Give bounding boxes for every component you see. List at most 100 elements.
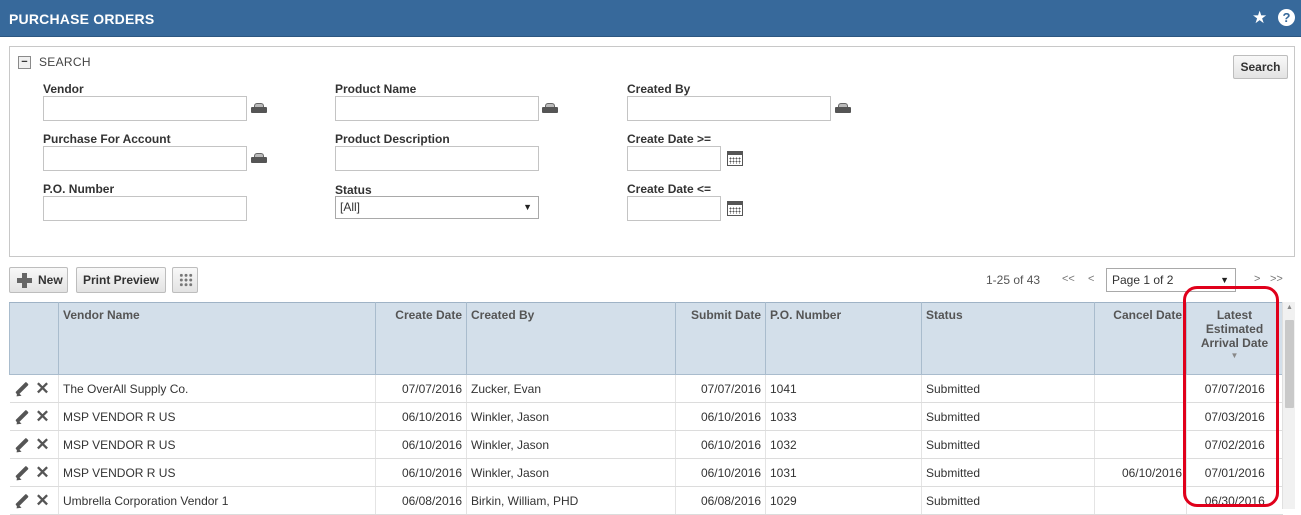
scrollbar-thumb[interactable] (1285, 320, 1294, 408)
next-page-link[interactable]: > (1254, 273, 1260, 285)
scroll-up-icon[interactable]: ▲ (1286, 304, 1293, 311)
created-by-lookup-icon[interactable] (835, 103, 851, 113)
created-by-column-header[interactable]: Created By (466, 302, 676, 375)
create-date-from-input[interactable] (627, 146, 721, 171)
product-name-input[interactable] (335, 96, 539, 121)
row-vendor-name: MSP VENDOR R US (58, 402, 376, 431)
row-po-number: 1041 (765, 374, 922, 403)
row-status: Submitted (921, 374, 1095, 403)
status-select-value: [All] (340, 200, 361, 214)
column-grid-icon (179, 273, 193, 287)
row-status: Submitted (921, 402, 1095, 431)
search-section-title: SEARCH (39, 55, 91, 69)
cancel-date-column-header[interactable]: Cancel Date (1094, 302, 1187, 375)
row-arrival-date: 07/01/2016 (1186, 458, 1283, 487)
collapse-search-button[interactable]: − (18, 56, 31, 69)
last-page-link[interactable]: >> (1270, 273, 1283, 285)
row-cancel-date (1094, 402, 1187, 431)
row-arrival-date: 06/30/2016 (1186, 486, 1283, 515)
column-chooser-button[interactable] (172, 267, 198, 293)
prev-page-link[interactable]: < (1088, 273, 1094, 285)
delete-x-icon[interactable]: ✕ (35, 408, 51, 425)
delete-x-icon[interactable]: ✕ (35, 436, 51, 453)
purchase-for-account-input[interactable] (43, 146, 247, 171)
chevron-down-icon: ▼ (523, 202, 532, 212)
row-create-date: 06/10/2016 (375, 402, 467, 431)
row-arrival-date: 07/02/2016 (1186, 430, 1283, 459)
arrival-date-column-label: Latest Estimated Arrival Date (1200, 308, 1269, 350)
product-name-label: Product Name (335, 82, 417, 96)
table-row[interactable]: ✕ MSP VENDOR R US 06/10/2016 Winkler, Jason… (9, 458, 1283, 487)
vendor-label: Vendor (43, 82, 84, 96)
row-po-number: 1029 (765, 486, 922, 515)
delete-x-icon[interactable]: ✕ (35, 492, 51, 509)
row-create-date: 07/07/2016 (375, 374, 467, 403)
product-description-label: Product Description (335, 132, 450, 146)
row-submit-date: 07/07/2016 (675, 374, 766, 403)
row-actions: ✕ (9, 402, 59, 431)
po-number-input[interactable] (43, 196, 247, 221)
row-vendor-name: MSP VENDOR R US (58, 458, 376, 487)
new-button[interactable]: New (9, 267, 68, 293)
status-select[interactable]: [All] ▼ (335, 196, 539, 219)
row-po-number: 1032 (765, 430, 922, 459)
row-submit-date: 06/08/2016 (675, 486, 766, 515)
pencil-icon[interactable] (14, 437, 30, 453)
search-panel: − SEARCH Search Vendor Purchase For Acco… (9, 46, 1295, 257)
pencil-icon[interactable] (14, 465, 30, 481)
vendor-name-column-header[interactable]: Vendor Name (58, 302, 376, 375)
row-create-date: 06/10/2016 (375, 430, 467, 459)
created-by-input[interactable] (627, 96, 831, 121)
create-date-from-label: Create Date >= (627, 132, 712, 146)
po-number-column-header[interactable]: P.O. Number (765, 302, 922, 375)
row-submit-date: 06/10/2016 (675, 430, 766, 459)
search-button[interactable]: Search (1233, 55, 1288, 79)
delete-x-icon[interactable]: ✕ (35, 380, 51, 397)
row-vendor-name: MSP VENDOR R US (58, 430, 376, 459)
plus-icon (17, 273, 32, 288)
row-actions: ✕ (9, 486, 59, 515)
first-page-link[interactable]: << (1062, 273, 1075, 285)
page-select[interactable]: Page 1 of 2 ▼ (1106, 268, 1236, 292)
calendar-icon[interactable] (727, 201, 743, 216)
table-scrollbar[interactable]: ▲ (1282, 302, 1295, 509)
table-row[interactable]: ✕ The OverAll Supply Co. 07/07/2016 Zucker,… (9, 374, 1283, 403)
pencil-icon[interactable] (14, 493, 30, 509)
product-description-input[interactable] (335, 146, 539, 171)
help-icon[interactable]: ? (1278, 9, 1295, 26)
product-lookup-icon[interactable] (542, 103, 558, 113)
table-row[interactable]: ✕ MSP VENDOR R US 06/10/2016 Winkler, Jason… (9, 430, 1283, 459)
print-preview-button[interactable]: Print Preview (76, 267, 166, 293)
row-vendor-name: The OverAll Supply Co. (58, 374, 376, 403)
calendar-icon[interactable] (727, 151, 743, 166)
row-create-date: 06/08/2016 (375, 486, 467, 515)
star-icon[interactable]: ★ (1252, 9, 1270, 27)
vendor-lookup-icon[interactable] (251, 103, 267, 113)
created-by-label: Created By (627, 82, 691, 96)
purchase-for-account-label: Purchase For Account (43, 132, 171, 146)
pager-count: 1-25 of 43 (986, 273, 1041, 287)
table-header-row: Vendor Name Create Date Created By Submi… (9, 302, 1283, 375)
row-cancel-date (1094, 374, 1187, 403)
pencil-icon[interactable] (14, 381, 30, 397)
account-lookup-icon[interactable] (251, 153, 267, 163)
row-status: Submitted (921, 486, 1095, 515)
row-actions: ✕ (9, 374, 59, 403)
pencil-icon[interactable] (14, 409, 30, 425)
row-po-number: 1031 (765, 458, 922, 487)
table-row[interactable]: ✕ MSP VENDOR R US 06/10/2016 Winkler, Jason… (9, 402, 1283, 431)
delete-x-icon[interactable]: ✕ (35, 464, 51, 481)
create-date-to-input[interactable] (627, 196, 721, 221)
row-submit-date: 06/10/2016 (675, 458, 766, 487)
create-date-to-label: Create Date <= (627, 182, 712, 196)
arrival-date-column-header[interactable]: Latest Estimated Arrival Date ▼ (1186, 302, 1283, 375)
create-date-column-header[interactable]: Create Date (375, 302, 467, 375)
submit-date-column-header[interactable]: Submit Date (675, 302, 766, 375)
chevron-down-icon: ▼ (1220, 275, 1229, 285)
row-status: Submitted (921, 430, 1095, 459)
vendor-input[interactable] (43, 96, 247, 121)
table-row[interactable]: ✕ Umbrella Corporation Vendor 1 06/08/2016… (9, 486, 1283, 515)
row-cancel-date: 06/10/2016 (1094, 458, 1187, 487)
status-column-header[interactable]: Status (921, 302, 1095, 375)
page-select-value: Page 1 of 2 (1112, 273, 1174, 287)
